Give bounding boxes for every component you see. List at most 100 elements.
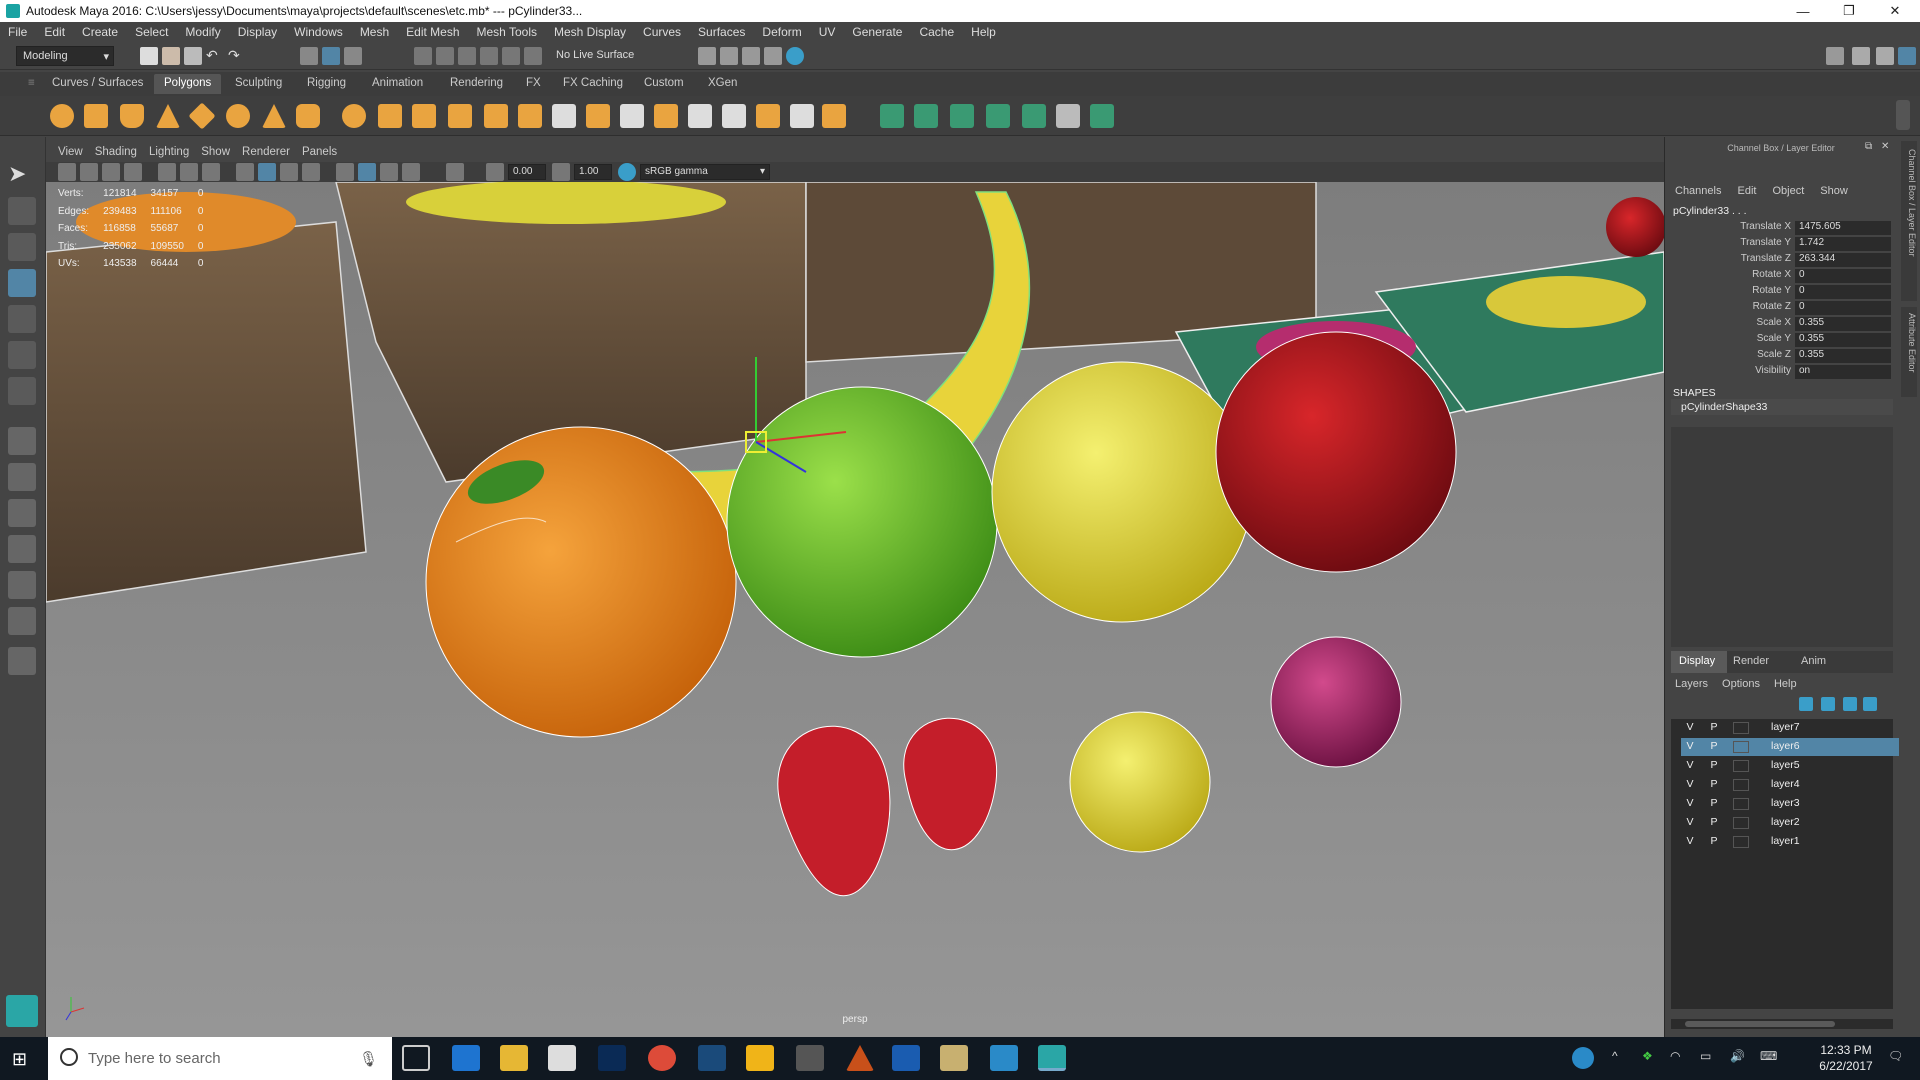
layout-menu-icon[interactable] (8, 647, 36, 675)
close-button[interactable]: ✕ (1872, 0, 1918, 22)
sticky-app-icon[interactable] (746, 1045, 774, 1071)
wireframe-on-shaded-icon[interactable] (358, 163, 376, 181)
select-component-icon[interactable] (344, 47, 362, 65)
xray-icon[interactable] (380, 163, 398, 181)
layer-playback-toggle[interactable]: P (1705, 835, 1723, 849)
menu-surfaces[interactable]: Surfaces (698, 25, 745, 39)
wifi-icon[interactable]: ◠ (1670, 1049, 1680, 1063)
layer-visibility-toggle[interactable]: V (1681, 740, 1699, 754)
layer-visibility-toggle[interactable]: V (1681, 816, 1699, 830)
smooth-icon[interactable] (412, 104, 436, 128)
menu-channels[interactable]: Channels (1675, 185, 1721, 197)
fill-hole-icon[interactable] (654, 104, 678, 128)
ipr-render-icon[interactable] (742, 47, 760, 65)
side-tab-attribute-editor[interactable]: Attribute Editor (1901, 307, 1917, 397)
tab-animation[interactable]: Animation (362, 74, 433, 94)
shadows-icon[interactable] (336, 163, 354, 181)
undo-icon[interactable]: ↶ (206, 47, 224, 65)
layer-row-layer4[interactable]: V Player4 (1681, 776, 1899, 794)
menu-modify[interactable]: Modify (185, 25, 220, 39)
menu-edit-mesh[interactable]: Edit Mesh (406, 25, 459, 39)
workspace-icon[interactable] (1826, 47, 1844, 65)
float-panel-icon[interactable]: ⧉ (1865, 141, 1872, 152)
hypershade-layout-icon[interactable] (8, 607, 36, 635)
toggle-panel-icon[interactable] (1852, 47, 1870, 65)
tab-sculpting[interactable]: Sculpting (225, 74, 292, 94)
layer-color-swatch[interactable] (1733, 722, 1749, 734)
live-surface-field[interactable]: No Live Surface (550, 46, 648, 64)
channel-translate-z[interactable]: Translate Z 263.344 (1665, 253, 1897, 268)
quad-draw-icon[interactable] (822, 104, 846, 128)
layer-color-swatch[interactable] (1733, 798, 1749, 810)
boolean-icon[interactable] (448, 104, 472, 128)
isolate-select-icon[interactable] (446, 163, 464, 181)
open-scene-icon[interactable] (162, 47, 180, 65)
grid-icon[interactable] (158, 163, 176, 181)
menu-layer-help[interactable]: Help (1774, 678, 1797, 690)
tab-xgen[interactable]: XGen (698, 74, 747, 94)
layer-playback-toggle[interactable]: P (1705, 740, 1723, 754)
gamma-icon[interactable] (552, 163, 570, 181)
edge-loop-icon[interactable] (722, 104, 746, 128)
bridge-icon[interactable] (586, 104, 610, 128)
shelf-scroll-icon[interactable] (1896, 100, 1910, 130)
music-app-icon[interactable] (698, 1045, 726, 1071)
layer-color-swatch[interactable] (1733, 836, 1749, 848)
menu-mesh[interactable]: Mesh (360, 25, 389, 39)
channel-translate-y[interactable]: Translate Y 1.742 (1665, 237, 1897, 252)
center-pivot-icon[interactable] (790, 104, 814, 128)
layer-row-layer3[interactable]: V Player3 (1681, 795, 1899, 813)
poly-plane-icon[interactable] (188, 102, 216, 130)
select-object-icon[interactable] (322, 47, 340, 65)
menu-curves[interactable]: Curves (643, 25, 681, 39)
toggle-tool-icon[interactable] (1876, 47, 1894, 65)
render-settings-icon[interactable] (764, 47, 782, 65)
channel-translate-x[interactable]: Translate X 1475.605 (1665, 221, 1897, 236)
move-layer-up-icon[interactable] (1799, 697, 1813, 711)
channel-visibility[interactable]: Visibility on (1665, 365, 1897, 380)
select-hierarchy-icon[interactable] (300, 47, 318, 65)
layer-color-swatch[interactable] (1733, 817, 1749, 829)
edge-browser-icon[interactable] (452, 1045, 480, 1071)
append-icon[interactable] (620, 104, 644, 128)
four-pane-layout-icon[interactable] (8, 463, 36, 491)
layer-row-layer6[interactable]: V Player6 (1681, 738, 1899, 756)
scale-tool-icon[interactable] (8, 341, 36, 369)
snap-edge-icon[interactable] (524, 47, 542, 65)
poly-prism-icon[interactable] (262, 104, 286, 128)
render-view-icon[interactable] (698, 47, 716, 65)
menu-mesh-tools[interactable]: Mesh Tools (477, 25, 537, 39)
channel-scale-y[interactable]: Scale Y 0.355 (1665, 333, 1897, 348)
hypershade-icon[interactable] (786, 47, 804, 65)
tab-display[interactable]: Display (1671, 651, 1727, 673)
layer-playback-toggle[interactable]: P (1705, 721, 1723, 735)
menu-layers[interactable]: Layers (1675, 678, 1708, 690)
new-layer-selected-icon[interactable] (1863, 697, 1877, 711)
tab-custom[interactable]: Custom (634, 74, 694, 94)
task-view-icon[interactable] (402, 1045, 430, 1071)
layer-row-layer1[interactable]: V Player1 (1681, 833, 1899, 851)
bookmark-icon[interactable] (102, 163, 120, 181)
tab-fx-caching[interactable]: FX Caching (553, 74, 633, 94)
volume-icon[interactable]: 🔊 (1730, 1049, 1745, 1063)
lasso-tool-icon[interactable] (8, 197, 36, 225)
smooth-shade-icon[interactable] (258, 163, 276, 181)
layer-horizontal-scrollbar[interactable] (1671, 1019, 1893, 1029)
exposure-field[interactable]: 0.00 (508, 164, 546, 180)
clock[interactable]: 12:33 PM 6/22/2017 (1808, 1042, 1884, 1074)
select-tool-icon[interactable]: ➤ (8, 161, 36, 189)
side-tab-channel-box[interactable]: Channel Box / Layer Editor (1901, 141, 1917, 301)
snap-view-icon[interactable] (480, 47, 498, 65)
vp-menu-renderer[interactable]: Renderer (242, 146, 290, 158)
separate-icon[interactable] (378, 104, 402, 128)
vp-menu-shading[interactable]: Shading (95, 146, 137, 158)
menu-file[interactable]: File (8, 25, 27, 39)
shape-node[interactable]: pCylinderShape33 (1671, 399, 1893, 415)
snap-surface-icon[interactable] (502, 47, 520, 65)
wireframe-icon[interactable] (236, 163, 254, 181)
file-explorer-icon[interactable] (500, 1045, 528, 1071)
channel-value[interactable]: 0 (1795, 301, 1891, 315)
textured-icon[interactable] (280, 163, 298, 181)
layer-color-swatch[interactable] (1733, 779, 1749, 791)
dropbox-tray-icon[interactable]: ❖ (1642, 1049, 1653, 1063)
